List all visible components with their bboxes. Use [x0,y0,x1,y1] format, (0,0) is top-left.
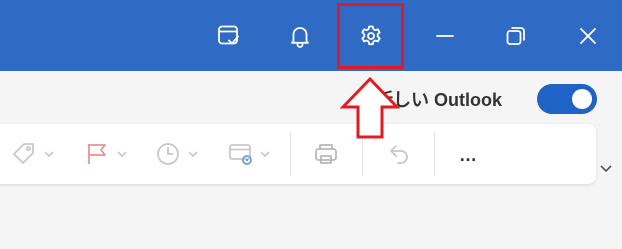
restore-icon [506,27,525,45]
close-icon [580,28,596,44]
tag-icon [13,143,34,164]
restore-button[interactable] [494,14,538,58]
ribbon-toolbar [0,124,596,184]
toolbar-divider [290,132,291,176]
chevron-down-icon [44,151,54,158]
undo-icon [390,145,408,164]
calendar-check-icon [218,25,239,45]
undo-button[interactable] [384,138,412,170]
print-button[interactable] [312,138,340,170]
minimize-button[interactable] [423,14,467,58]
printer-icon [315,144,337,164]
flag-button[interactable] [83,138,129,170]
chevron-down-icon [117,151,127,158]
calendar-check-button[interactable] [207,14,251,58]
new-outlook-toggle[interactable] [537,84,597,114]
chevron-down-icon [260,151,270,158]
chevron-down-icon[interactable] [598,161,614,177]
close-button[interactable] [566,14,610,58]
rules-button[interactable] [226,138,272,170]
toolbar-divider [434,132,435,176]
more-options-button[interactable]: … [459,146,477,164]
rules-settings-icon [229,144,252,165]
clock-icon [157,143,179,165]
highlight-box [337,3,404,69]
minimize-icon [436,35,454,37]
chevron-down-icon [188,151,198,158]
categorize-button[interactable] [10,138,56,170]
title-bar [0,0,622,71]
bell-icon [291,27,309,48]
notifications-button[interactable] [278,14,322,58]
toggle-knob [572,89,592,109]
annotation-arrow [340,76,400,139]
snooze-button[interactable] [154,138,200,170]
flag-icon [88,144,106,164]
